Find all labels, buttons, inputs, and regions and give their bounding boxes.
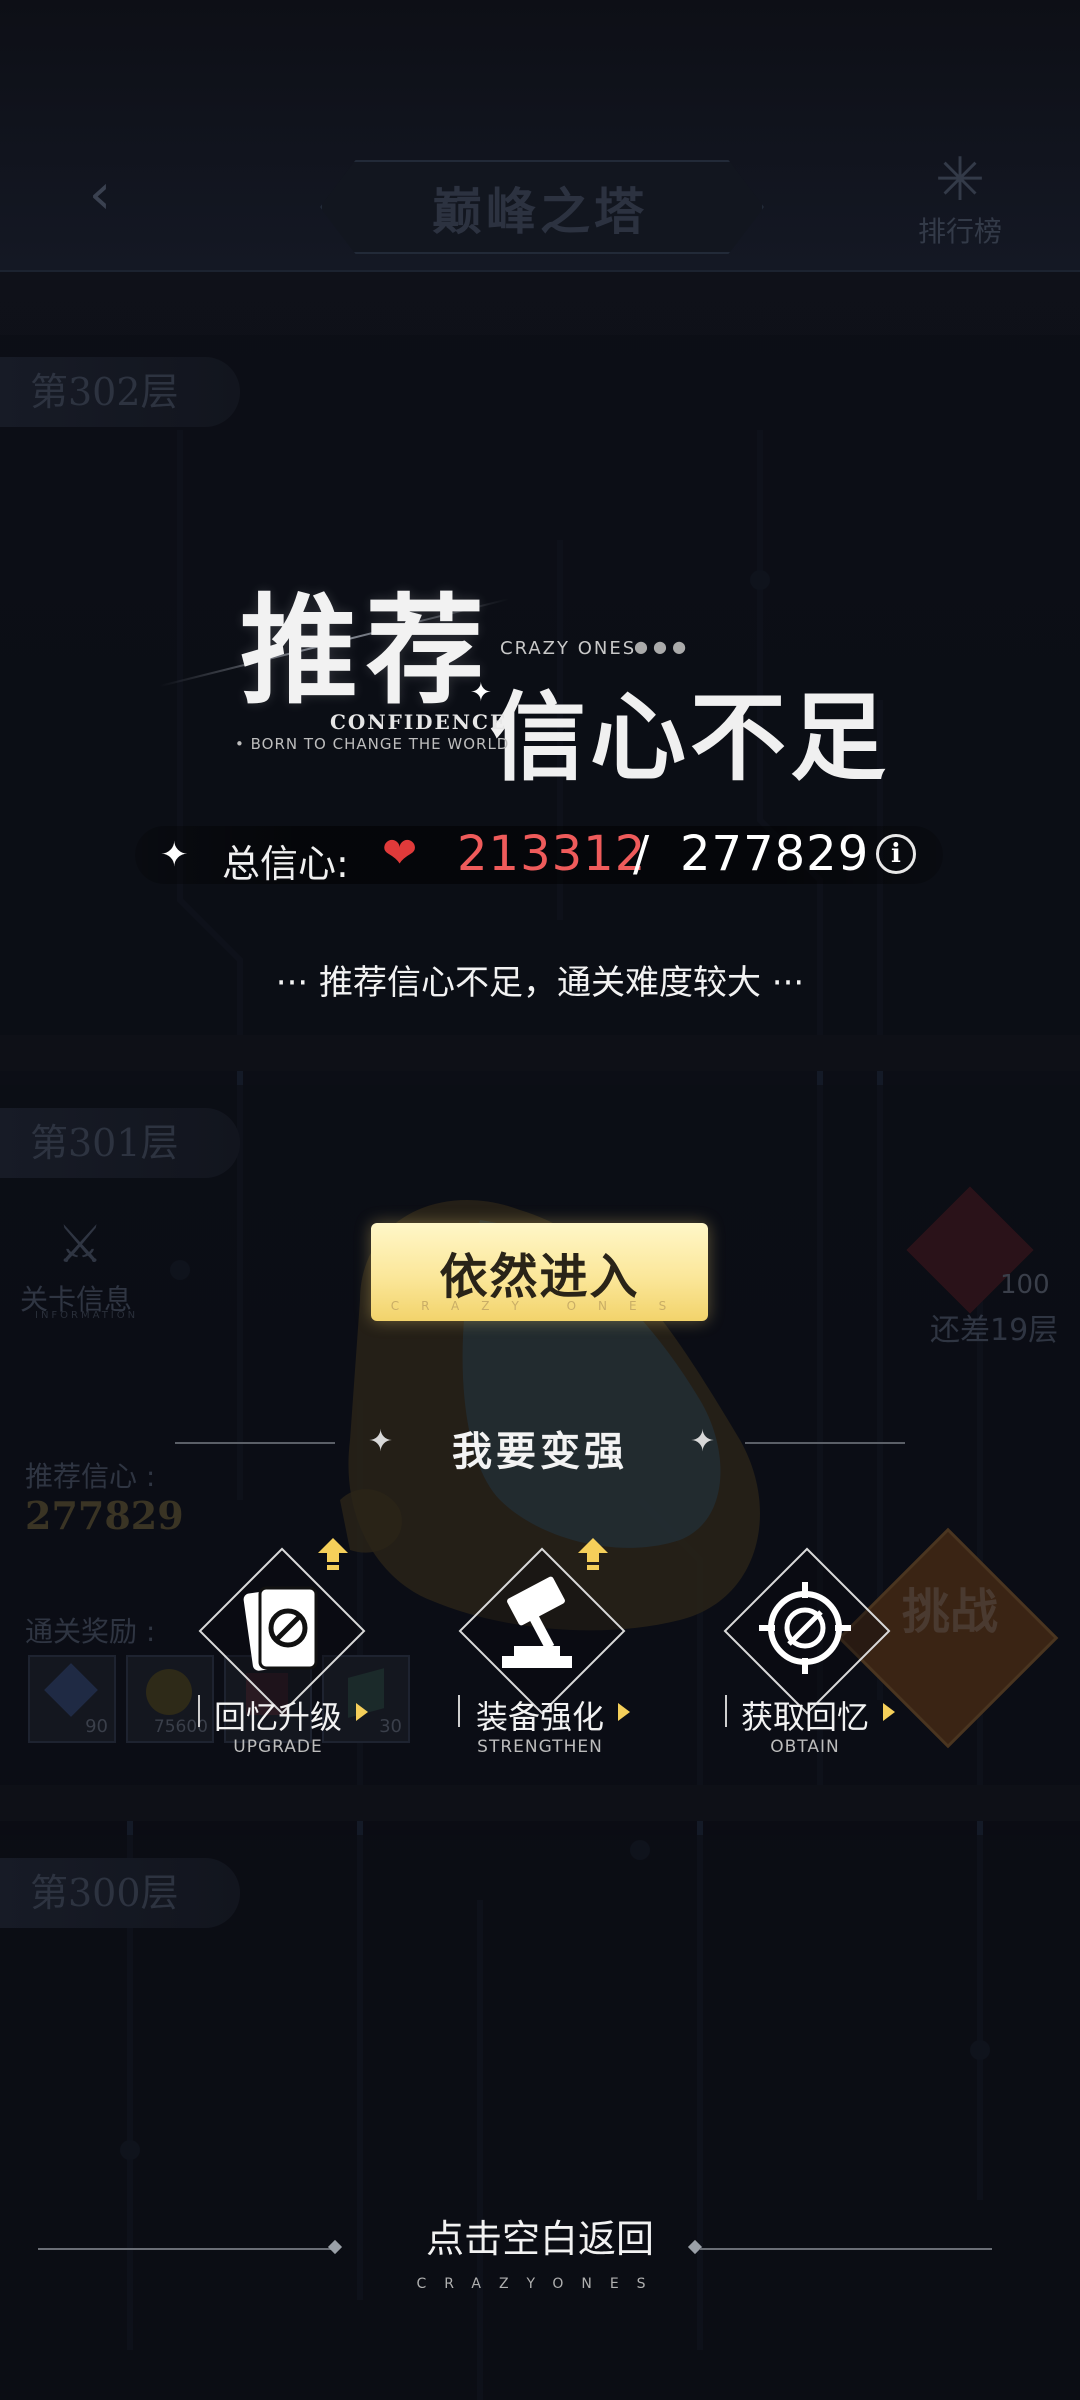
ranking-label: 排行榜 xyxy=(917,215,1002,248)
gap-text: 还差19层 xyxy=(930,1313,1059,1348)
crazy-ones-text: CRAZY ONES xyxy=(500,638,637,659)
gap-count: 100 xyxy=(1000,1270,1050,1300)
stage-info-sub: INFORMATION xyxy=(35,1310,139,1321)
born-text: • BORN TO CHANGE THE WORLD xyxy=(235,735,510,753)
tap-to-return-sub: CRAZYONES xyxy=(416,2276,664,2292)
arrow-right-icon xyxy=(356,1703,368,1721)
sparkle-icon: ✦ xyxy=(160,835,189,875)
confidence-slash: / xyxy=(633,826,650,882)
get-stronger-title: 我要变强 xyxy=(452,1428,628,1475)
enter-anyway-label: 依然进入 xyxy=(439,1249,640,1305)
upgrade-arrow-icon xyxy=(318,1538,348,1570)
divider-line xyxy=(745,1442,905,1444)
chevron-left-icon: ‹ xyxy=(88,162,112,227)
floor-tag-302: 第302层 xyxy=(0,357,240,427)
option-upgrade-sub: UPGRADE xyxy=(233,1737,323,1757)
confidence-text: CONFIDENCE xyxy=(330,710,508,734)
enter-anyway-sub: CRAZY ONES xyxy=(390,1299,689,1313)
crossed-swords-icon: ⚔ xyxy=(56,1215,104,1275)
recommended-value: 277829 xyxy=(25,1493,184,1538)
option-strengthen-label: 装备强化 xyxy=(475,1698,604,1736)
option-strengthen-sub: STRENGTHEN xyxy=(477,1737,603,1757)
page-title: 巅峰之塔 xyxy=(432,182,648,241)
floor-tag-300: 第300层 xyxy=(0,1858,240,1928)
total-confidence-label: 总信心: xyxy=(222,842,349,886)
required-confidence: 277829 xyxy=(680,826,870,882)
dots-icon: ● ● ● xyxy=(634,637,687,656)
tap-to-return-hint[interactable]: 点击空白返回 xyxy=(0,2208,1080,2263)
upgrade-arrow-icon xyxy=(578,1538,608,1570)
rewards-label: 通关奖励 : xyxy=(25,1615,156,1648)
target-icon xyxy=(759,1582,851,1674)
back-button[interactable]: ‹ xyxy=(70,165,130,225)
headline-main: 信心不足 xyxy=(490,681,890,794)
option-obtain-label: 获取回忆 xyxy=(740,1698,869,1736)
ranking-button[interactable]: ✳ 排行榜 xyxy=(905,150,1015,250)
sparkle-icon: ✦ xyxy=(690,1424,716,1459)
crystal-icon: ✳ xyxy=(934,145,986,215)
reward-item[interactable]: 90 xyxy=(28,1655,116,1743)
card-upgrade-icon xyxy=(243,1586,318,1671)
headline-big: 推荐 xyxy=(240,581,493,720)
gem-icon xyxy=(44,1663,98,1717)
floor-tag-301: 第301层 xyxy=(0,1108,240,1178)
heart-icon: ❤ xyxy=(382,828,418,877)
difficulty-hint: ··· 推荐信心不足，通关难度较大 ··· xyxy=(275,963,805,1003)
hammer-icon xyxy=(502,1576,572,1668)
info-icon[interactable]: i xyxy=(876,834,916,874)
option-obtain-sub: OBTAIN xyxy=(770,1737,840,1757)
current-confidence: 213312 xyxy=(457,826,647,882)
enter-anyway-button[interactable]: 依然进入 CRAZY ONES xyxy=(371,1223,708,1321)
sparkle-icon: ✦ xyxy=(470,678,492,708)
arrow-right-icon xyxy=(883,1703,895,1721)
option-upgrade-label: 回忆升级 xyxy=(213,1698,342,1736)
floor-divider xyxy=(0,1035,1080,1071)
arrow-right-icon xyxy=(618,1703,630,1721)
divider-line xyxy=(700,2248,992,2250)
floor-divider xyxy=(0,1785,1080,1821)
